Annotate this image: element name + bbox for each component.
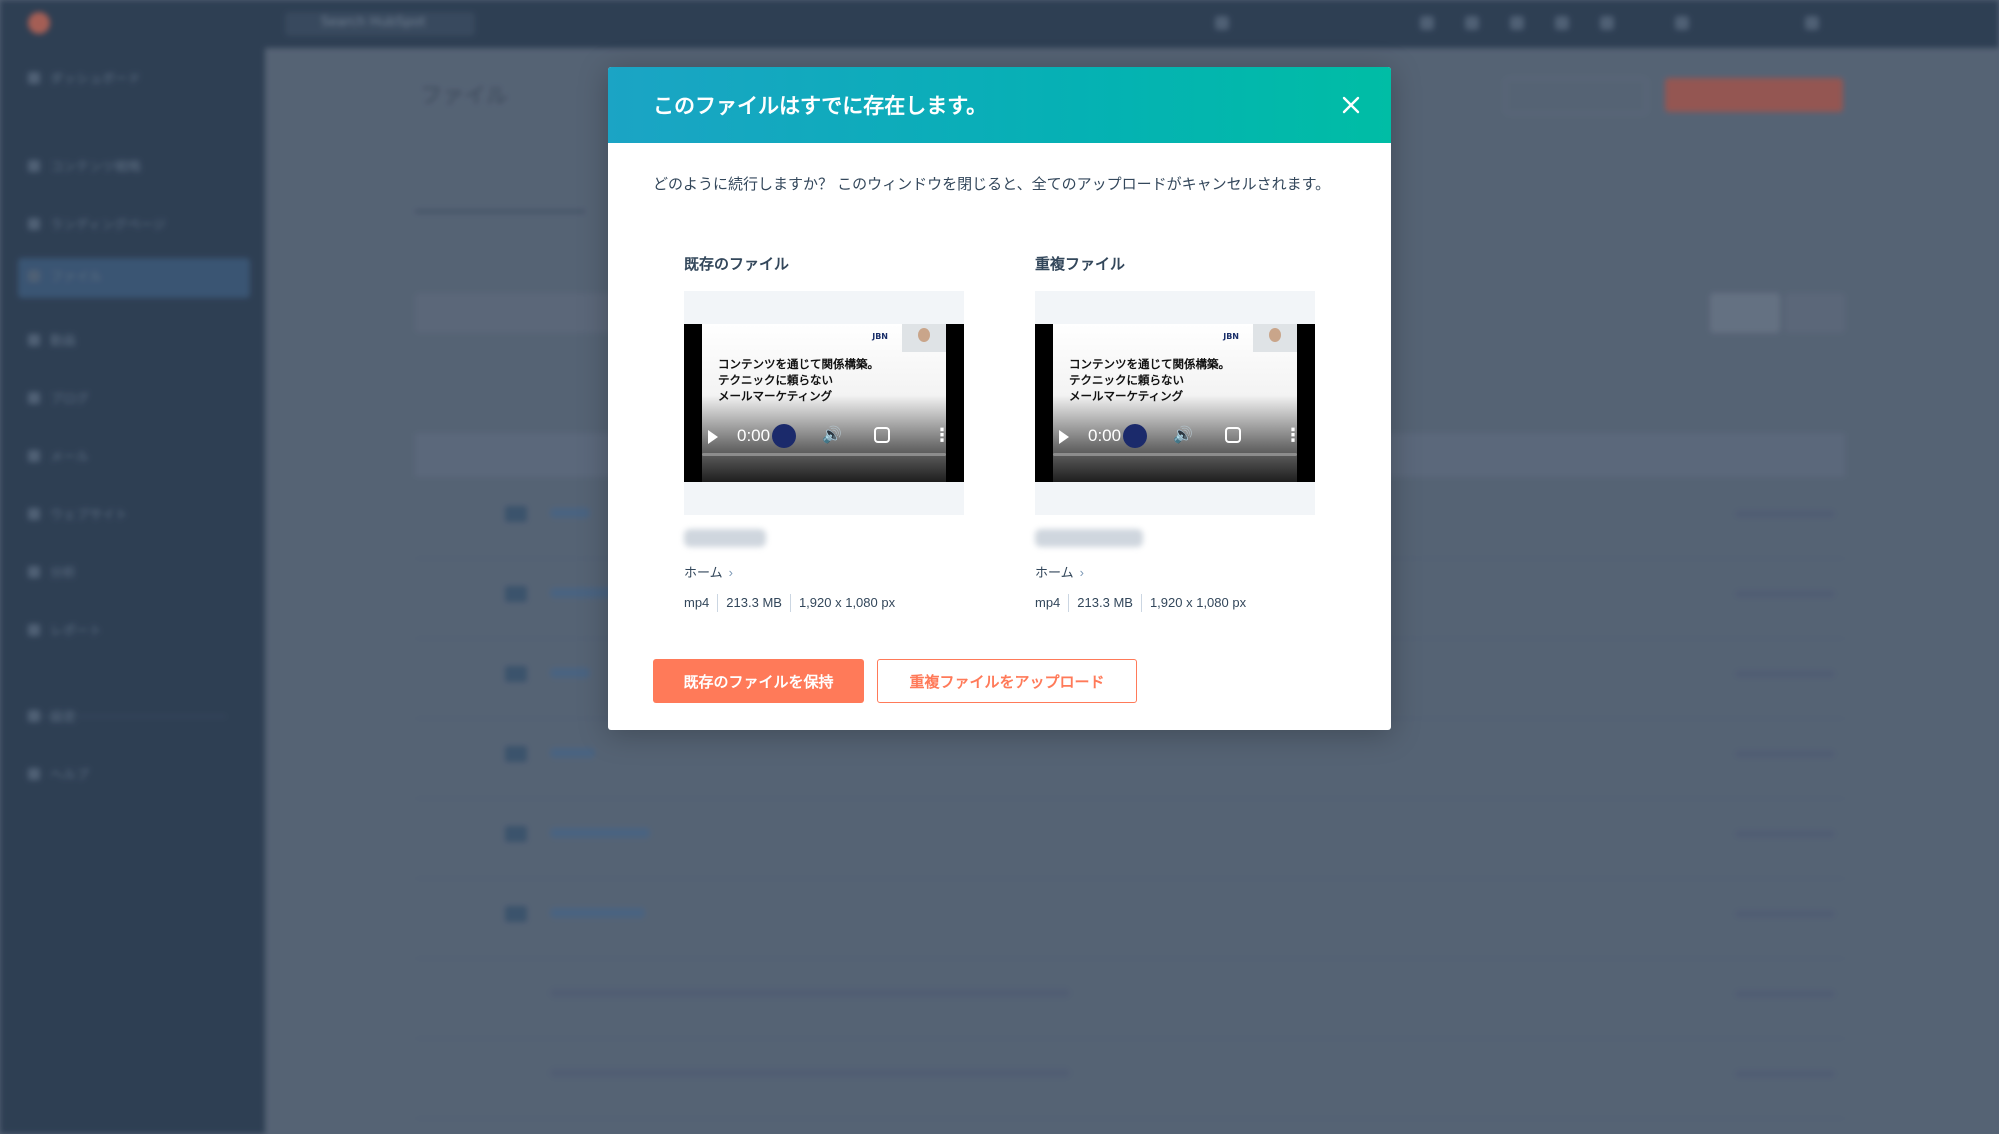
play-icon[interactable] (1059, 430, 1069, 444)
fullscreen-icon[interactable] (1225, 427, 1241, 443)
jbn-logo: JBN (872, 332, 888, 341)
file-name-redacted (684, 529, 766, 547)
presenter-thumbnail (902, 324, 946, 352)
duplicate-file-panel: 重複ファイル JBN コンテンツを通じて関係構築。 テクニックに頼らない メール… (1035, 253, 1315, 612)
file-size: 213.3 MB (717, 594, 790, 612)
slide-line: テクニックに頼らない (718, 375, 833, 387)
close-icon (1342, 96, 1360, 114)
video-time: 0:00 (1088, 426, 1122, 445)
play-icon[interactable] (708, 430, 718, 444)
duplicate-file-location[interactable]: ホーム › (1035, 562, 1084, 581)
volume-icon[interactable]: 🔊 (822, 425, 842, 444)
chevron-right-icon: › (1079, 565, 1084, 580)
slide-line: メールマーケティング (718, 391, 833, 403)
presenter-thumbnail (1253, 324, 1297, 352)
video-progress-bar[interactable] (702, 453, 946, 456)
jbn-logo: JBN (1223, 332, 1239, 341)
fullscreen-icon[interactable] (874, 427, 890, 443)
chevron-right-icon: › (728, 565, 733, 580)
cursor-dot (772, 424, 796, 448)
file-type: mp4 (1035, 595, 1061, 610)
video-controls: 0:00 🔊 ⋮ (1035, 414, 1315, 482)
existing-file-panel: 既存のファイル JBN コンテンツを通じて関係構築。 テクニックに頼らない メー… (684, 253, 964, 612)
video-player[interactable]: JBN コンテンツを通じて関係構築。 テクニックに頼らない メールマーケティング… (1035, 324, 1315, 482)
close-button[interactable] (1333, 87, 1369, 123)
slide-line: コンテンツを通じて関係構築。 (1069, 359, 1230, 371)
video-progress-bar[interactable] (1053, 453, 1297, 456)
breadcrumb-home[interactable]: ホーム (684, 565, 723, 580)
slide-line: メールマーケティング (1069, 391, 1184, 403)
video-time: 0:00 (737, 426, 771, 445)
video-controls: 0:00 🔊 ⋮ (684, 414, 964, 482)
duplicate-file-preview: JBN コンテンツを通じて関係構築。 テクニックに頼らない メールマーケティング… (1035, 291, 1315, 515)
existing-file-location[interactable]: ホーム › (684, 562, 733, 581)
duplicate-file-meta: mp4 213.3 MB 1,920 x 1,080 px (1035, 594, 1254, 612)
slide-text: コンテンツを通じて関係構築。 テクニックに頼らない メールマーケティング (1069, 357, 1230, 405)
dialog-description: どのように続行しますか？ このウィンドウを閉じると、全てのアップロードがキャンセ… (653, 176, 1331, 193)
upload-duplicate-file-button[interactable]: 重複ファイルをアップロード (877, 659, 1137, 703)
more-options-icon[interactable]: ⋮ (933, 425, 951, 446)
file-type: mp4 (684, 595, 710, 610)
keep-existing-file-button[interactable]: 既存のファイルを保持 (653, 659, 864, 703)
breadcrumb-home[interactable]: ホーム (1035, 565, 1074, 580)
volume-icon[interactable]: 🔊 (1173, 425, 1193, 444)
file-dimensions: 1,920 x 1,080 px (789, 594, 903, 612)
existing-file-preview: JBN コンテンツを通じて関係構築。 テクニックに頼らない メールマーケティング… (684, 291, 964, 515)
existing-file-meta: mp4 213.3 MB 1,920 x 1,080 px (684, 594, 903, 612)
duplicate-file-dialog: このファイルはすでに存在します。 どのように続行しますか？ このウィンドウを閉じ… (608, 67, 1391, 730)
file-name-redacted (1035, 529, 1143, 547)
existing-file-heading: 既存のファイル (684, 256, 790, 273)
file-size: 213.3 MB (1068, 594, 1141, 612)
slide-line: テクニックに頼らない (1069, 375, 1184, 387)
more-options-icon[interactable]: ⋮ (1284, 425, 1302, 446)
cursor-dot (1123, 424, 1147, 448)
dialog-title: このファイルはすでに存在します。 (653, 95, 988, 118)
video-player[interactable]: JBN コンテンツを通じて関係構築。 テクニックに頼らない メールマーケティング… (684, 324, 964, 482)
file-dimensions: 1,920 x 1,080 px (1140, 594, 1254, 612)
dialog-header: このファイルはすでに存在します。 (608, 67, 1391, 143)
slide-line: コンテンツを通じて関係構築。 (718, 359, 879, 371)
duplicate-file-heading: 重複ファイル (1035, 256, 1126, 273)
slide-text: コンテンツを通じて関係構築。 テクニックに頼らない メールマーケティング (718, 357, 879, 405)
